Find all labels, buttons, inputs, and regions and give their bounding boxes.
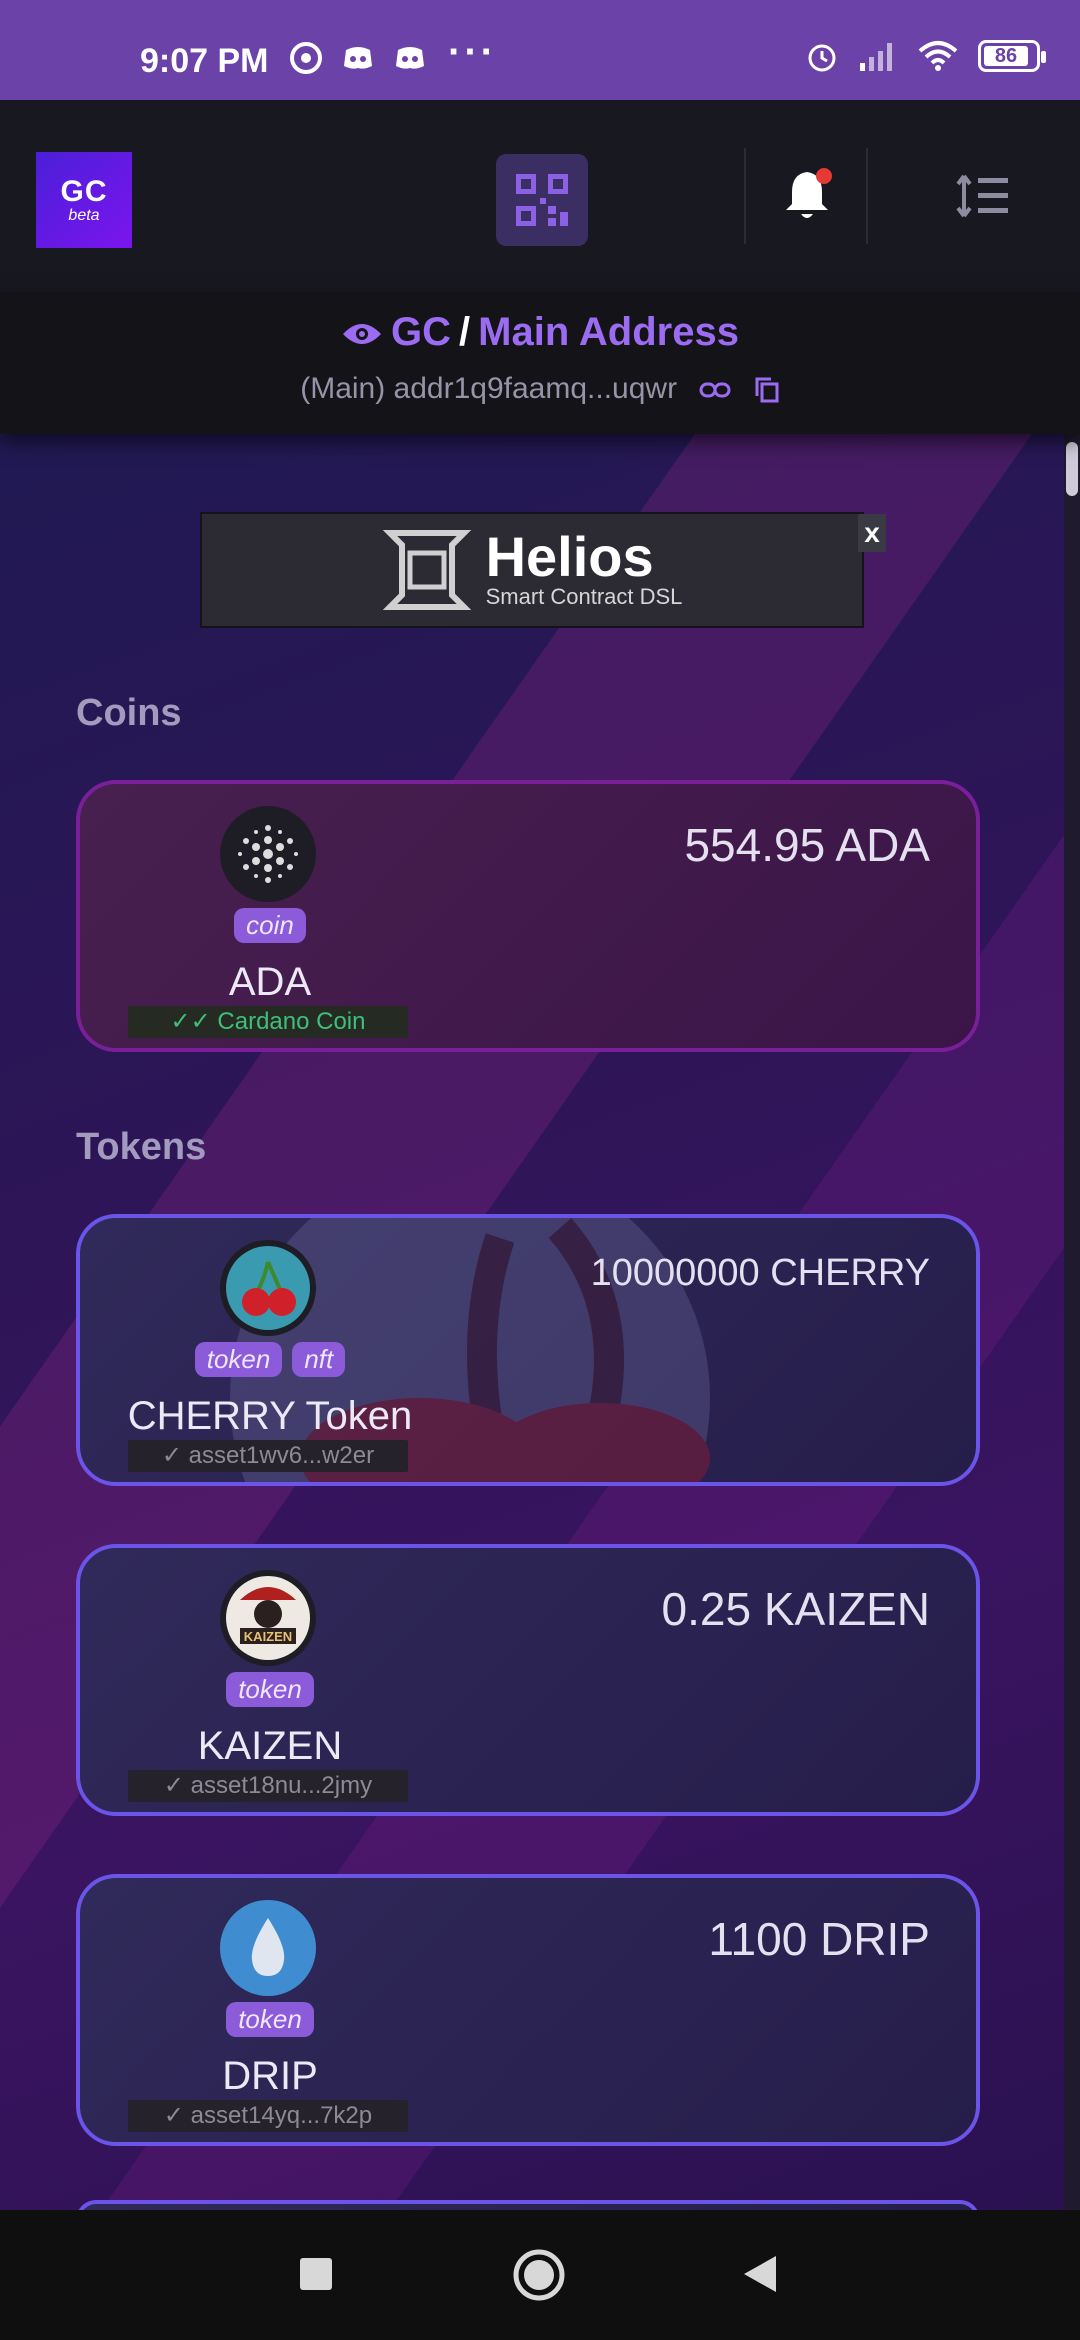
more-dots-icon: ··· xyxy=(448,30,497,74)
kaizen-token-icon: KAIZEN xyxy=(220,1570,316,1666)
token-card-cherry[interactable]: token nft CHERRY Token ✓ asset1wv6...w2e… xyxy=(76,1214,980,1486)
discord-icon xyxy=(344,47,372,69)
app-header: GC beta xyxy=(0,100,1080,292)
header-divider xyxy=(866,148,868,244)
back-button-icon[interactable] xyxy=(742,2254,778,2294)
address-bar: GC / Main Address (Main) addr1q9faamq...uq… xyxy=(0,292,1080,434)
qr-code-button[interactable] xyxy=(496,154,588,246)
scrollbar[interactable] xyxy=(1064,292,1080,2210)
ad-title: Helios xyxy=(485,525,654,588)
notification-bell-icon[interactable] xyxy=(782,166,832,222)
ad-subtitle: Smart Contract DSL xyxy=(485,584,683,609)
ad-close-button[interactable]: x xyxy=(858,514,886,552)
asset-policy: ✓ asset1wv6...w2er xyxy=(128,1440,408,1472)
system-nav-bar xyxy=(0,2210,1080,2340)
discord-icon xyxy=(396,47,424,69)
qr-code-icon xyxy=(516,174,568,226)
status-time: 9:07 PM xyxy=(140,42,269,80)
asset-name: KAIZEN xyxy=(197,1724,343,1768)
asset-name: CHERRY Token xyxy=(127,1394,413,1438)
battery-level: 86 xyxy=(994,44,1018,67)
asset-amount: 554.95 ADA xyxy=(684,819,930,871)
sort-menu-icon[interactable] xyxy=(954,172,1010,220)
app-logo[interactable]: GC beta xyxy=(36,152,132,248)
asset-amount: 1100 DRIP xyxy=(708,1913,930,1965)
battery-icon: 86 xyxy=(978,40,1046,72)
asset-policy: ✓✓ Cardano Coin xyxy=(128,1006,408,1038)
svg-text:KAIZEN: KAIZEN xyxy=(244,1629,292,1644)
tokens-section-title: Tokens xyxy=(76,1126,207,1168)
signal-icon xyxy=(860,43,892,71)
asset-name: DRIP xyxy=(222,2054,318,2098)
breadcrumb-current[interactable]: Main Address xyxy=(478,310,739,354)
asset-policy: ✓ asset18nu...2jmy xyxy=(128,1770,408,1802)
token-card-drip[interactable]: token DRIP ✓ asset14yq...7k2p 1100 DRIP xyxy=(76,1874,980,2146)
tag-badge: token xyxy=(194,1342,283,1377)
address-value: (Main) addr1q9faamq...uqwr xyxy=(300,372,678,405)
wifi-icon xyxy=(918,41,958,71)
address-line: (Main) addr1q9faamq...uqwr xyxy=(0,372,1080,406)
tag-list: coin xyxy=(80,908,460,943)
logo-sub: beta xyxy=(68,207,100,224)
breadcrumb-root[interactable]: GC xyxy=(391,310,451,354)
recents-button-icon[interactable] xyxy=(300,2258,332,2290)
header-divider xyxy=(744,148,746,244)
status-bar: 9:07 PM ··· 86 xyxy=(0,0,1080,100)
tag-badge: nft xyxy=(292,1342,346,1377)
coins-section-title: Coins xyxy=(76,692,182,734)
home-button-icon[interactable] xyxy=(512,2248,566,2302)
logo-text: GC xyxy=(60,175,108,208)
copy-icon[interactable] xyxy=(754,376,780,404)
tag-badge: coin xyxy=(234,908,306,943)
asset-policy-text: asset14yq...7k2p xyxy=(190,2102,373,2129)
scrollbar-thumb[interactable] xyxy=(1066,442,1078,496)
asset-policy-text: Cardano Coin xyxy=(217,1008,366,1035)
drip-token-icon xyxy=(220,1900,316,1996)
token-card-kaizen[interactable]: KAIZEN token KAIZEN ✓ asset18nu...2jmy 0… xyxy=(76,1544,980,1816)
chrome-icon xyxy=(290,42,322,74)
ad-banner[interactable]: Helios Smart Contract DSL xyxy=(200,512,864,628)
tag-list: token xyxy=(80,1672,460,1707)
asset-policy-text: asset18nu...2jmy xyxy=(190,1772,373,1799)
tag-badge: token xyxy=(226,2002,314,2037)
breadcrumb-separator: / xyxy=(459,310,471,354)
coin-card-ada[interactable]: coin ADA ✓✓ Cardano Coin 554.95 ADA xyxy=(76,780,980,1052)
cherry-token-icon xyxy=(220,1240,316,1336)
asset-amount: 10000000 CHERRY xyxy=(590,1252,930,1294)
helios-logo-icon xyxy=(382,530,471,610)
asset-name: ADA xyxy=(228,960,312,1004)
tag-badge: token xyxy=(226,1672,314,1707)
tag-list: token nft xyxy=(80,1342,460,1377)
asset-amount: 0.25 KAIZEN xyxy=(661,1583,930,1635)
alarm-icon xyxy=(808,44,836,72)
ada-icon xyxy=(220,806,316,902)
eye-icon xyxy=(343,324,382,345)
asset-policy: ✓ asset14yq...7k2p xyxy=(128,2100,408,2132)
breadcrumb: GC / Main Address xyxy=(0,310,1080,355)
asset-policy-text: asset1wv6...w2er xyxy=(188,1442,375,1469)
tag-list: token xyxy=(80,2002,460,2037)
link-icon[interactable] xyxy=(699,380,731,400)
